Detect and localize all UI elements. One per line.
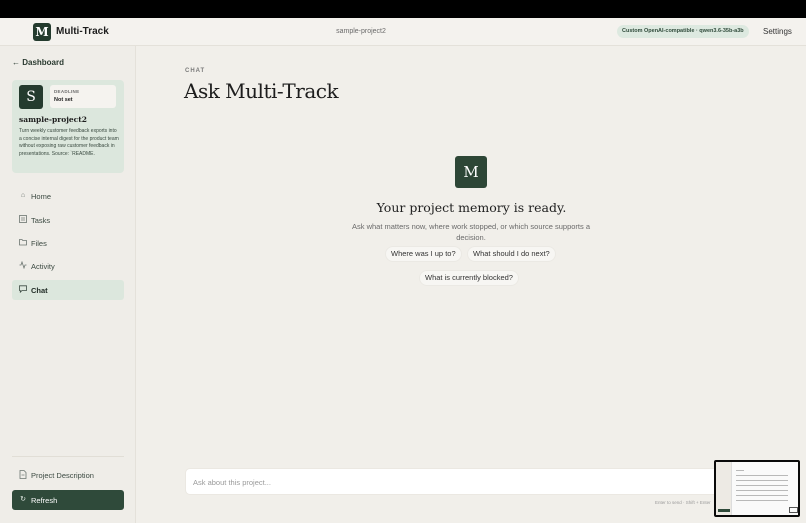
sidebar-item-label: Chat: [31, 286, 48, 295]
deadline-box: DEADLINE Not set: [50, 85, 116, 108]
model-badge[interactable]: Custom OpenAI-compatible · qwen3.6-35b-a…: [617, 25, 749, 38]
window-thumbnail-preview[interactable]: [714, 460, 800, 517]
deadline-value: Not set: [54, 97, 73, 103]
sidebar-item-activity[interactable]: Activity: [12, 256, 124, 276]
settings-link[interactable]: Settings: [763, 27, 792, 36]
sidebar-item-tasks[interactable]: Tasks: [12, 210, 124, 230]
sidebar-divider: [12, 456, 124, 457]
project-card-description: Turn weekly customer feedback exports in…: [19, 128, 119, 157]
project-avatar: S: [19, 85, 43, 109]
system-top-bar: [0, 0, 806, 18]
suggestion-chip[interactable]: Where was I up to?: [385, 246, 462, 262]
folder-icon: [19, 238, 27, 247]
sidebar-item-label: Files: [31, 239, 47, 248]
sidebar-item-label: Tasks: [31, 216, 51, 225]
suggestion-chip[interactable]: What should I do next?: [467, 246, 556, 262]
sidebar-item-files[interactable]: Files: [12, 233, 124, 253]
document-icon: [19, 470, 27, 479]
project-description-label: Project Description: [31, 471, 94, 480]
chat-icon: [19, 285, 27, 294]
back-to-dashboard-link[interactable]: ← Dashboard: [12, 58, 64, 67]
input-hint: Enter to send · Shift + Enter: [655, 500, 711, 505]
project-description-link[interactable]: Project Description: [12, 465, 124, 485]
deadline-label: DEADLINE: [54, 89, 80, 94]
chat-logo: M: [455, 156, 487, 188]
empty-state-title: Your project memory is ready.: [376, 200, 567, 215]
sidebar-item-home[interactable]: ⌂ Home: [12, 186, 124, 206]
tasks-icon: [19, 215, 27, 224]
page-eyebrow: CHAT: [185, 68, 206, 74]
project-card-title: sample-project2: [19, 115, 87, 124]
sidebar-item-label: Activity: [31, 262, 55, 271]
suggestion-chip[interactable]: What is currently blocked?: [419, 270, 519, 286]
sidebar: ← Dashboard S DEADLINE Not set sample-pr…: [0, 46, 136, 523]
page-title: Ask Multi-Track: [184, 79, 339, 103]
app-header: M Multi-Track sample-project2 Custom Ope…: [0, 18, 806, 46]
sidebar-item-chat[interactable]: Chat: [12, 280, 124, 300]
project-card: S DEADLINE Not set sample-project2 Turn …: [12, 80, 124, 173]
main-content: CHAT Ask Multi-Track M Your project memo…: [137, 46, 806, 523]
chat-input[interactable]: [193, 475, 713, 489]
home-icon: ⌂: [20, 192, 26, 199]
chat-input-container: [185, 468, 770, 495]
refresh-button[interactable]: ↻ Refresh: [12, 490, 124, 510]
sidebar-item-label: Home: [31, 192, 52, 201]
refresh-icon: ↻: [20, 496, 26, 503]
header-project-name: sample-project2: [336, 28, 386, 35]
empty-state-description: Ask what matters now, where work stopped…: [351, 222, 591, 242]
refresh-label: Refresh: [31, 496, 58, 505]
activity-icon: [19, 260, 27, 270]
